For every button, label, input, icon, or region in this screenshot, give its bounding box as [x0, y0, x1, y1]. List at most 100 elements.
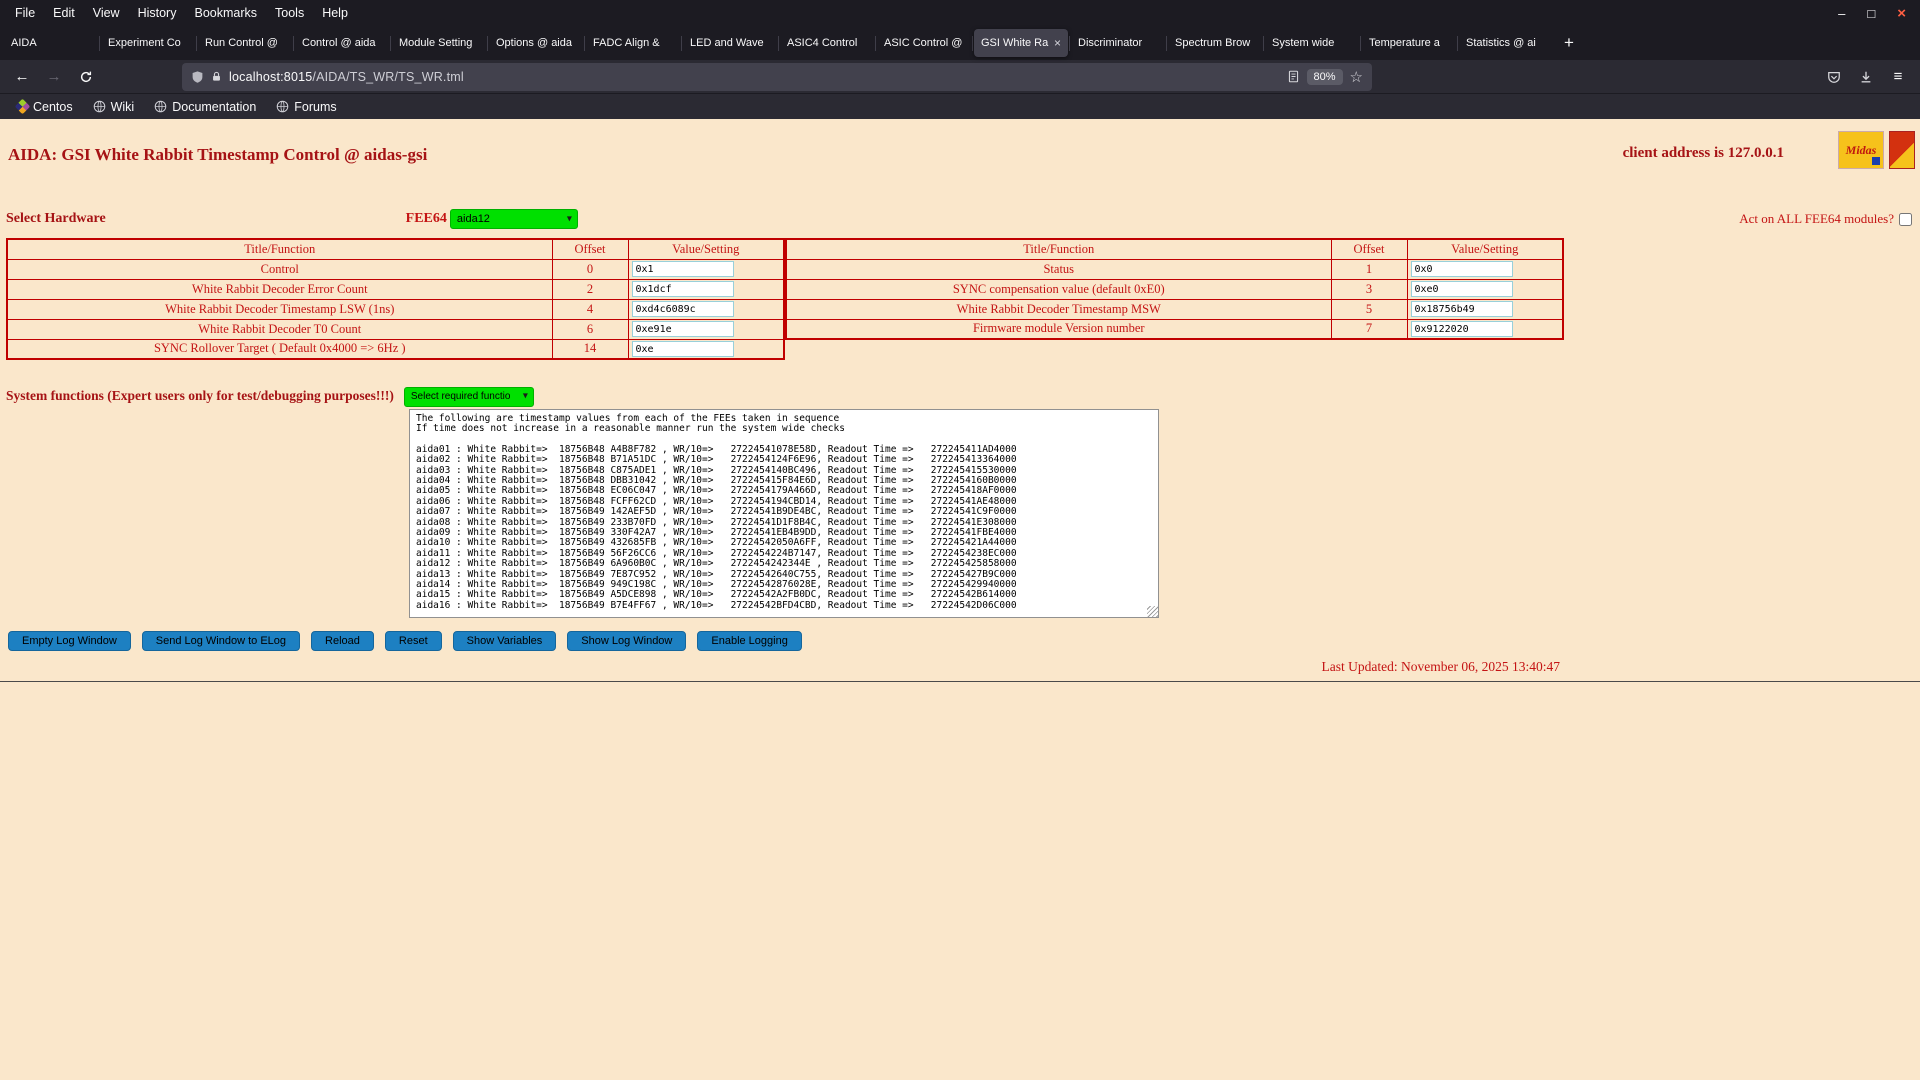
tab-label: Run Control @: [205, 37, 285, 49]
menu-tools[interactable]: Tools: [266, 2, 313, 24]
tab-run-control[interactable]: Run Control @: [198, 29, 292, 57]
function-select[interactable]: Select required function: [404, 387, 534, 407]
table-row: Status1: [786, 259, 1563, 279]
tab-statistics-ai[interactable]: Statistics @ ai: [1459, 29, 1553, 57]
page-title: AIDA: GSI White Rabbit Timestamp Control…: [8, 145, 427, 165]
column-header-offset: Offset: [552, 239, 628, 259]
tab-separator: [681, 36, 682, 51]
tab-spectrum-brow[interactable]: Spectrum Brow: [1168, 29, 1262, 57]
menu-help[interactable]: Help: [313, 2, 357, 24]
value-input-white-rabbit-decoder-error-count[interactable]: [632, 281, 734, 297]
close-icon[interactable]: ×: [1897, 5, 1906, 22]
bookmark-label: Forums: [294, 100, 336, 114]
tab-label: System wide: [1272, 37, 1352, 49]
action-buttons-row: Empty Log Window Send Log Window to ELog R…: [8, 631, 1920, 651]
tab-module-setting[interactable]: Module Setting: [392, 29, 486, 57]
reload-icon[interactable]: [72, 64, 100, 90]
maximize-icon[interactable]: □: [1867, 6, 1875, 21]
register-value-cell: [628, 259, 784, 279]
register-title: SYNC Rollover Target ( Default 0x4000 =>…: [7, 339, 552, 359]
tab-aida[interactable]: AIDA: [4, 29, 98, 57]
fee64-label: FEE64: [406, 211, 447, 227]
bookmark-star-icon[interactable]: ☆: [1350, 68, 1363, 86]
lock-icon[interactable]: [211, 70, 222, 83]
value-input-status[interactable]: [1411, 261, 1513, 277]
tab-separator: [972, 36, 973, 51]
menu-bookmarks[interactable]: Bookmarks: [185, 2, 266, 24]
log-window-wrap: [409, 409, 1159, 618]
page-header: AIDA: GSI White Rabbit Timestamp Control…: [0, 119, 1920, 165]
value-input-firmware-module-version-number[interactable]: [1411, 321, 1513, 337]
pocket-icon[interactable]: [1820, 64, 1848, 90]
zoom-level-badge[interactable]: 80%: [1307, 69, 1343, 85]
register-offset: 0: [552, 259, 628, 279]
tab-led-and-wave[interactable]: LED and Wave: [683, 29, 777, 57]
menu-icon[interactable]: ≡: [1884, 64, 1912, 90]
act-on-all-checkbox[interactable]: [1899, 213, 1912, 226]
register-tables: Title/Function Offset Value/Setting Cont…: [6, 238, 1914, 360]
bookmark-label: Wiki: [111, 100, 135, 114]
tab-fadc-align[interactable]: FADC Align &: [586, 29, 680, 57]
table-row: White Rabbit Decoder Timestamp MSW5: [786, 299, 1563, 319]
register-title: SYNC compensation value (default 0xE0): [786, 279, 1331, 299]
tab-control-aida[interactable]: Control @ aida: [295, 29, 389, 57]
tab-label: FADC Align &: [593, 37, 673, 49]
tab-temperature-a[interactable]: Temperature a: [1362, 29, 1456, 57]
tab-options-aida[interactable]: Options @ aida: [489, 29, 583, 57]
tab-close-icon[interactable]: ×: [1054, 36, 1061, 50]
value-input-control[interactable]: [632, 261, 734, 277]
minimize-icon[interactable]: –: [1838, 6, 1845, 21]
menu-history[interactable]: History: [129, 2, 186, 24]
client-address: client address is 127.0.0.1: [1623, 145, 1784, 162]
globe-icon: [276, 100, 289, 113]
fee64-select[interactable]: aida12: [450, 209, 578, 229]
register-value-cell: [628, 319, 784, 339]
shield-icon[interactable]: [191, 70, 204, 84]
forward-icon[interactable]: →: [40, 64, 68, 90]
show-log-window-button[interactable]: Show Log Window: [567, 631, 686, 651]
tab-asic4-control[interactable]: ASIC4 Control: [780, 29, 874, 57]
reader-mode-icon[interactable]: [1287, 70, 1300, 83]
bookmark-wiki[interactable]: Wiki: [86, 98, 142, 116]
value-input-white-rabbit-decoder-timestamp-msw[interactable]: [1411, 301, 1513, 317]
menu-edit[interactable]: Edit: [44, 2, 84, 24]
downloads-icon[interactable]: [1852, 64, 1880, 90]
column-header-value-setting: Value/Setting: [1407, 239, 1563, 259]
tab-gsi-white-ra[interactable]: GSI White Ra×: [974, 29, 1068, 57]
reload-button[interactable]: Reload: [311, 631, 374, 651]
reset-button[interactable]: Reset: [385, 631, 442, 651]
tab-separator: [1360, 36, 1361, 51]
bookmark-documentation[interactable]: Documentation: [147, 98, 263, 116]
url-bar[interactable]: localhost:8015/AIDA/TS_WR/TS_WR.tml 80% …: [182, 63, 1372, 91]
value-input-white-rabbit-decoder-t0-count[interactable]: [632, 321, 734, 337]
tab-label: Discriminator: [1078, 37, 1158, 49]
register-offset: 6: [552, 319, 628, 339]
tab-asic-control[interactable]: ASIC Control @: [877, 29, 971, 57]
back-icon[interactable]: ←: [8, 64, 36, 90]
value-input-sync-rollover-target-default-0x4000-6hz[interactable]: [632, 341, 734, 357]
act-on-all-label: Act on ALL FEE64 modules?: [1739, 211, 1894, 227]
empty-log-window-button[interactable]: Empty Log Window: [8, 631, 131, 651]
bookmark-centos[interactable]: Centos: [10, 98, 80, 116]
tab-system-wide[interactable]: System wide: [1265, 29, 1359, 57]
show-variables-button[interactable]: Show Variables: [453, 631, 557, 651]
tab-discriminator[interactable]: Discriminator: [1071, 29, 1165, 57]
enable-logging-button[interactable]: Enable Logging: [697, 631, 801, 651]
column-header-value-setting: Value/Setting: [628, 239, 784, 259]
bookmark-label: Centos: [33, 100, 73, 114]
menu-file[interactable]: File: [6, 2, 44, 24]
register-title: Control: [7, 259, 552, 279]
table-row: SYNC Rollover Target ( Default 0x4000 =>…: [7, 339, 784, 359]
register-value-cell: [628, 339, 784, 359]
send-log-window-to-elog-button[interactable]: Send Log Window to ELog: [142, 631, 300, 651]
menu-view[interactable]: View: [84, 2, 129, 24]
tab-experiment-co[interactable]: Experiment Co: [101, 29, 195, 57]
bookmark-forums[interactable]: Forums: [269, 98, 343, 116]
tab-separator: [99, 36, 100, 51]
new-tab-button[interactable]: +: [1554, 30, 1584, 56]
register-title: White Rabbit Decoder Timestamp MSW: [786, 299, 1331, 319]
tab-separator: [1263, 36, 1264, 51]
log-window[interactable]: [409, 409, 1159, 618]
value-input-sync-compensation-value-default-0xe0[interactable]: [1411, 281, 1513, 297]
value-input-white-rabbit-decoder-timestamp-lsw-1ns[interactable]: [632, 301, 734, 317]
